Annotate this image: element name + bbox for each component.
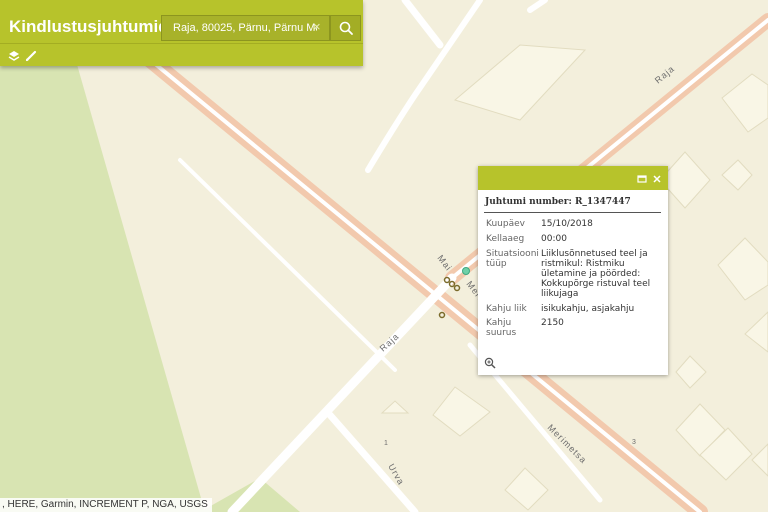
attribute-label: Situatsiooni tüüp (486, 249, 539, 269)
attribute-value: Liiklusõnnetused teel ja ristmikul: Rist… (541, 249, 651, 299)
maximize-icon (637, 175, 647, 183)
app-title: Kindlustusjuhtumid (9, 17, 169, 36)
zoom-in-icon (484, 357, 496, 369)
edit-button[interactable] (24, 49, 38, 63)
popup-title: Juhtumi number: R_1347447 (485, 197, 631, 207)
attribute-label: Kuupäev (486, 219, 525, 229)
layers-button[interactable] (7, 49, 21, 63)
attribute-label: Kellaaeg (486, 234, 525, 244)
search-box[interactable]: × (161, 15, 330, 41)
edit-icon (25, 50, 37, 62)
close-icon (653, 175, 661, 183)
house-number: 1 (384, 440, 388, 447)
attribute-label: Kahju suurus (486, 318, 517, 338)
attribute-value: 00:00 (541, 234, 567, 244)
popup-titlebar (478, 166, 668, 190)
app-header: Kindlustusjuhtumid × (0, 0, 363, 66)
search-button[interactable] (330, 15, 361, 41)
clear-icon[interactable]: × (313, 20, 325, 34)
maximize-button[interactable] (636, 172, 648, 184)
header-divider (0, 43, 363, 44)
attribute-value: isikukahju, asjakahju (541, 304, 635, 314)
house-number: 3 (632, 439, 636, 446)
selected-accident-marker[interactable] (462, 267, 470, 275)
close-button[interactable] (651, 172, 663, 184)
search-icon (339, 21, 353, 35)
zoom-to-button[interactable] (484, 356, 496, 369)
info-popup: Juhtumi number: R_1347447 Kuupäev 15/10/… (478, 166, 668, 375)
layers-icon (8, 51, 20, 61)
search-input[interactable] (162, 16, 317, 40)
popup-divider (484, 212, 661, 213)
map-attribution: , HERE, Garmin, INCREMENT P, NGA, USGS (0, 498, 212, 512)
attribute-value: 2150 (541, 318, 564, 328)
attribute-value: 15/10/2018 (541, 219, 593, 229)
attribute-label: Kahju liik (486, 304, 527, 314)
